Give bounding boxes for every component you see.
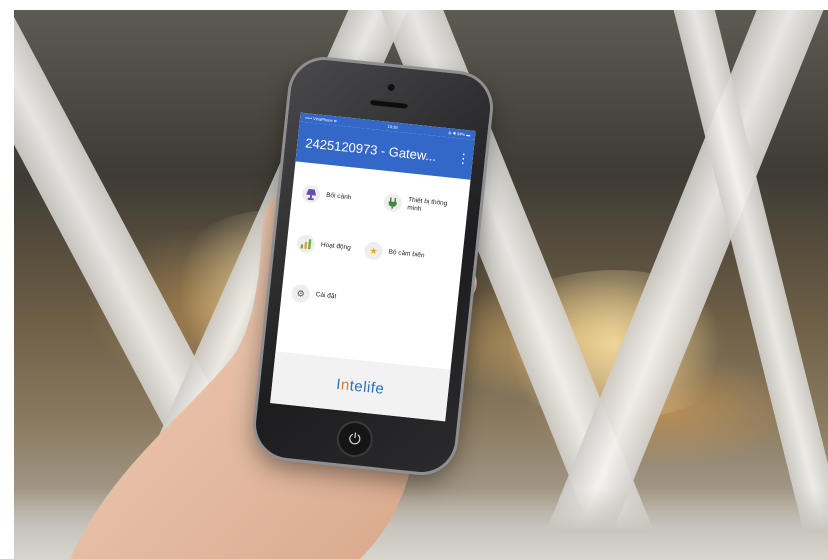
plug-icon — [382, 192, 403, 213]
tile-label: Thiết bị thông minh — [406, 196, 448, 213]
home-button-glyph: ⏻ — [348, 429, 362, 449]
tile-settings[interactable]: ⚙ Cài đặt — [290, 283, 337, 307]
brand-footer: Intelife — [270, 351, 451, 422]
more-vertical-icon[interactable]: ⋮ — [456, 150, 470, 167]
app-title: 2425120973 - Gatew... — [304, 134, 438, 164]
battery-indicator: ⊕ ✱ 94% ▬ — [448, 130, 471, 138]
bar-chart-icon — [296, 233, 316, 254]
earpiece-speaker — [369, 98, 409, 109]
brand-logo: Intelife — [335, 375, 385, 397]
tile-label: Bối cảnh — [325, 191, 352, 202]
menu-grid: Bối cảnh Thiết bị thông minh Hoạt động ★… — [277, 161, 471, 358]
gear-icon: ⚙ — [290, 283, 311, 304]
tile-activity[interactable]: Hoạt động — [296, 233, 352, 258]
clock: 10:38 — [387, 123, 398, 130]
tile-label: Cài đặt — [315, 291, 337, 301]
front-camera — [387, 83, 396, 92]
smartphone: ••••• VinaPhone ≋ 10:38 ⊕ ✱ 94% ▬ 242512… — [252, 56, 494, 476]
tile-label: Bộ cảm biến — [388, 248, 425, 260]
tile-scenes[interactable]: Bối cảnh — [301, 184, 352, 207]
tile-smart-devices[interactable]: Thiết bị thông minh — [382, 192, 458, 219]
star-icon: ★ — [363, 241, 384, 261]
lamp-icon — [301, 184, 322, 205]
phone-screen: ••••• VinaPhone ≋ 10:38 ⊕ ✱ 94% ▬ 242512… — [270, 112, 476, 422]
tile-sensors[interactable]: ★ Bộ cảm biến — [363, 241, 426, 265]
brand-suffix: telife — [348, 376, 386, 398]
power-icon[interactable]: ⏻ — [337, 421, 373, 457]
tile-label: Hoạt động — [320, 241, 352, 252]
